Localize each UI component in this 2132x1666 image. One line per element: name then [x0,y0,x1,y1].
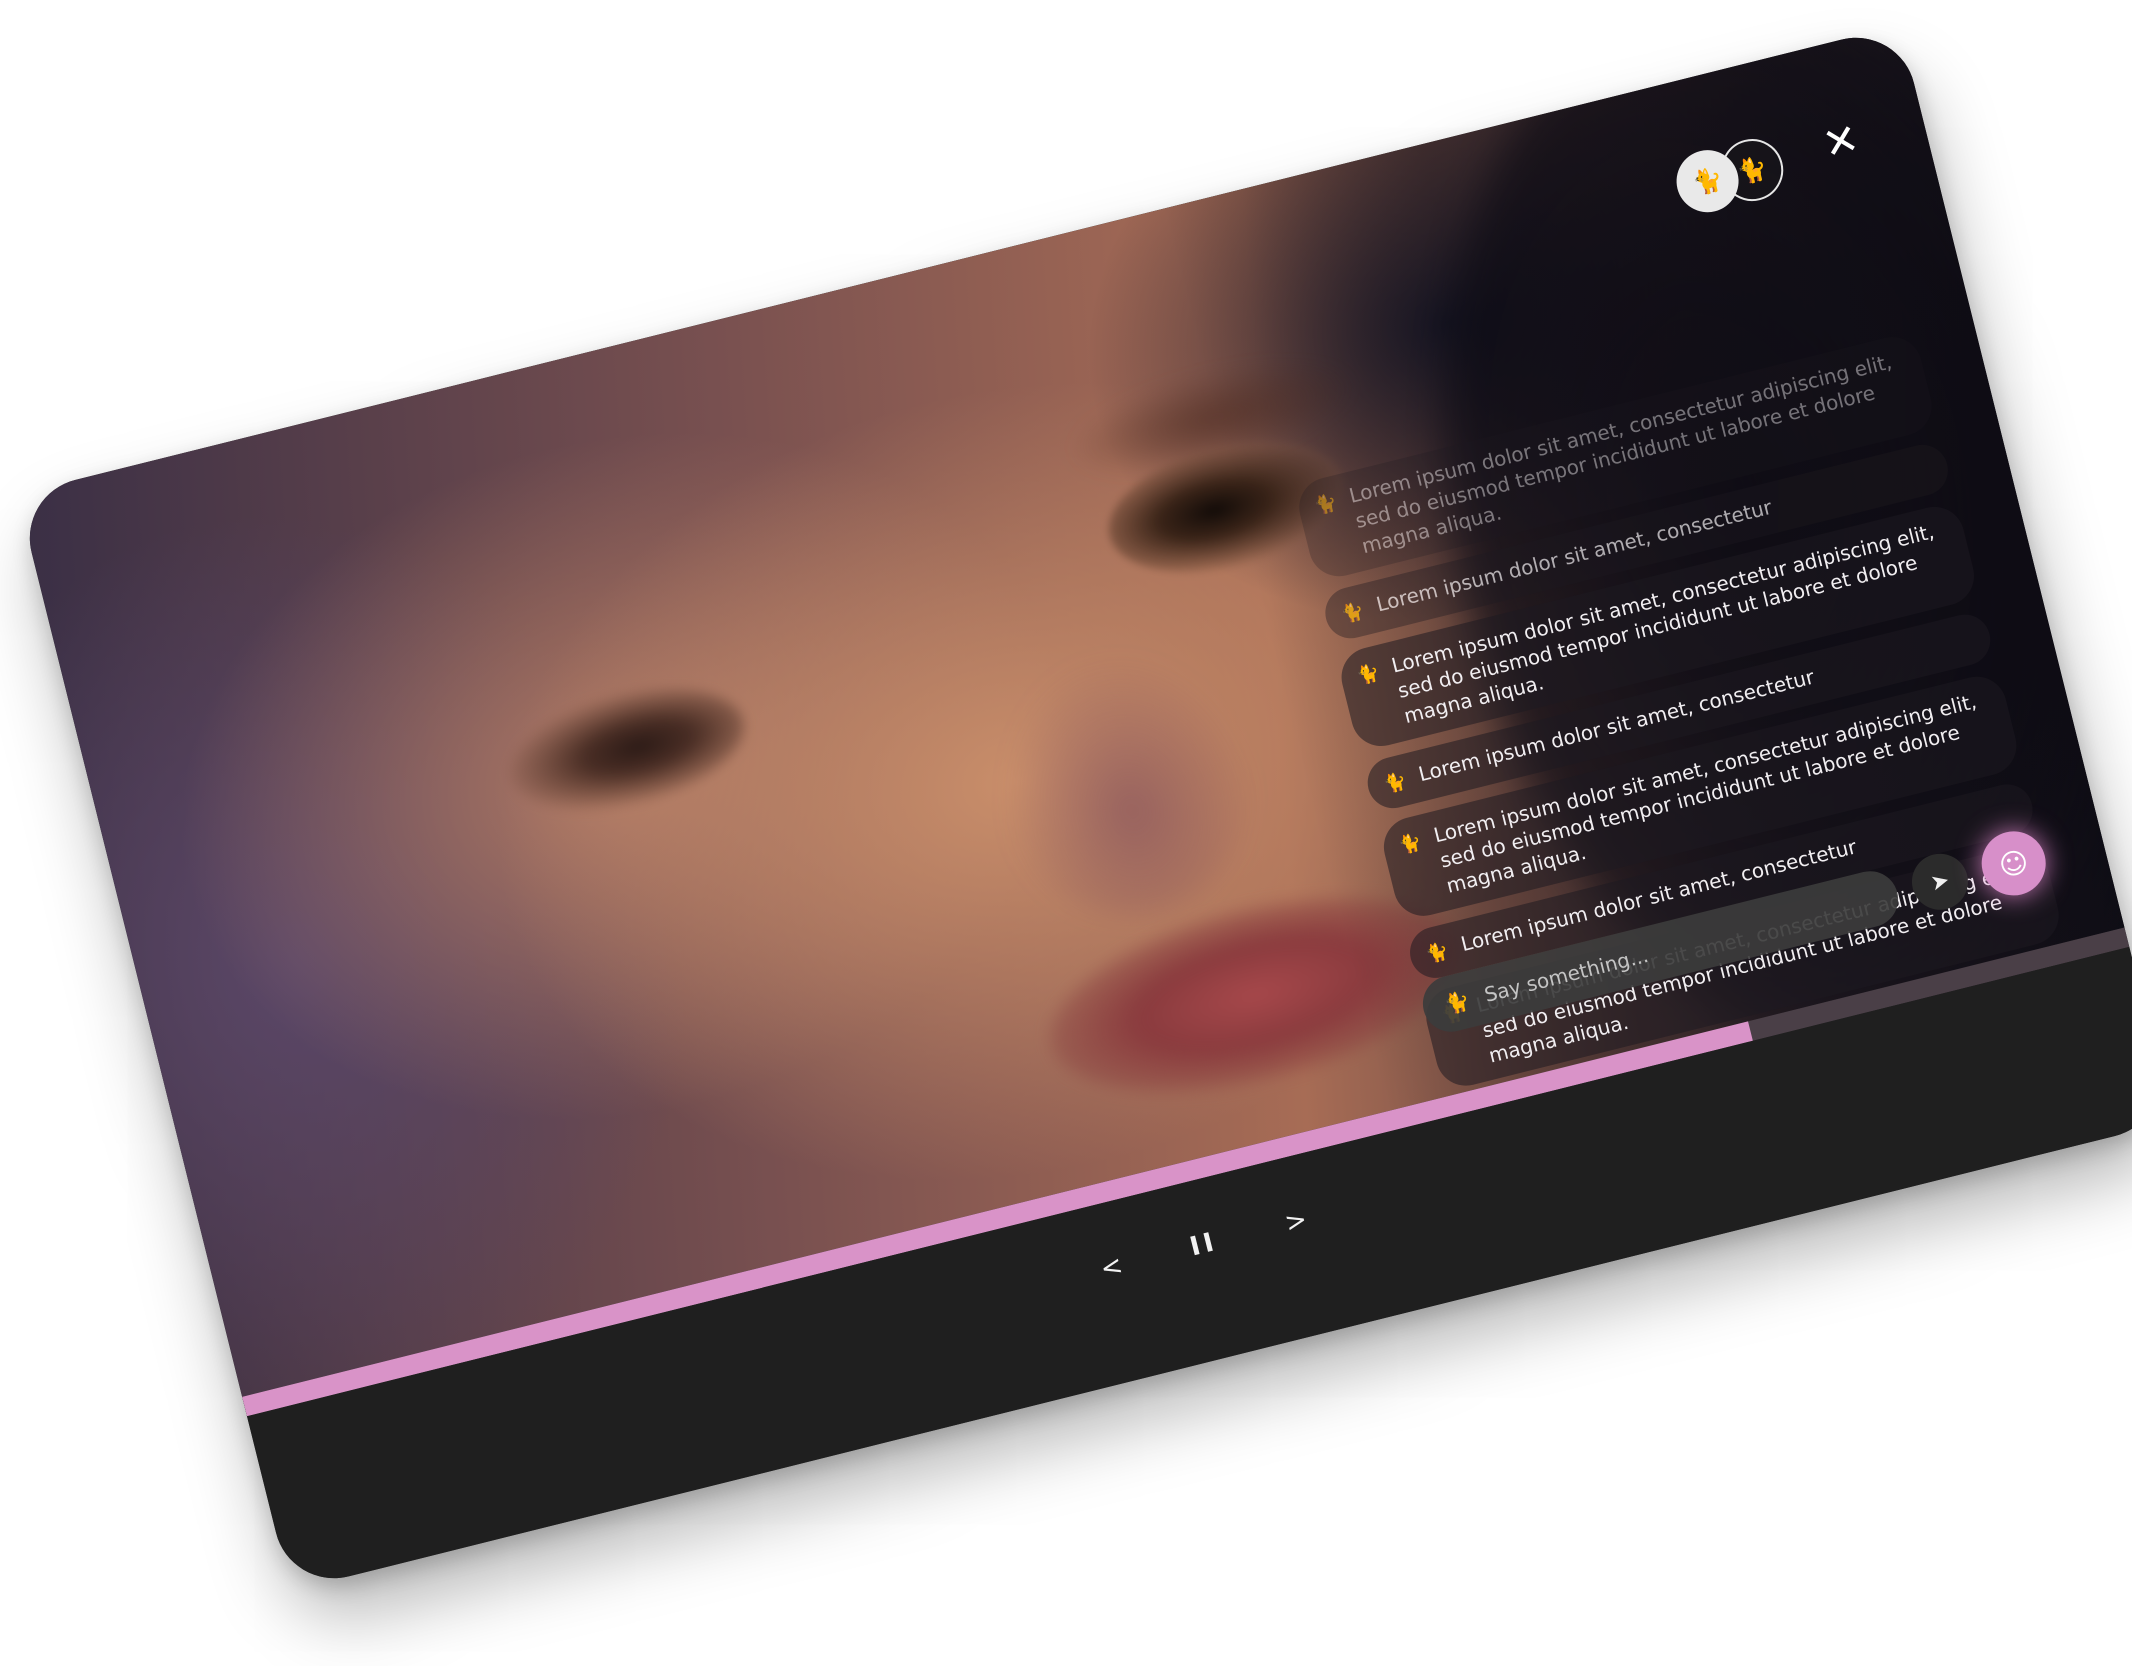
nose [972,628,1279,942]
cat-icon: 🐈 [1354,661,1382,688]
cat-icon: 🐈 [1396,831,1424,858]
eye-left [497,667,757,832]
pause-button[interactable]: II [1174,1214,1235,1275]
cat-icon: 🐈 [1424,940,1451,966]
cat-icon: 🐈 [1442,987,1473,1017]
cat-icon: 🐈 [1312,491,1340,518]
send-icon: ➤ [1927,867,1952,897]
video-player-window: 🐈 🐈 ✕ 🐈 Lorem ipsum dolor sit amet, cons… [17,25,2132,1591]
next-button[interactable]: > [1266,1191,1327,1252]
stage: 🐈 🐈 ✕ 🐈 Lorem ipsum dolor sit amet, cons… [0,0,2132,1666]
cat-icon: 🐈 [1381,770,1409,797]
smile-icon: ☺ [1995,843,2032,883]
send-button[interactable]: ➤ [1906,847,1974,916]
cat-icon: 🐈 [1339,600,1367,627]
previous-button[interactable]: < [1081,1237,1142,1298]
